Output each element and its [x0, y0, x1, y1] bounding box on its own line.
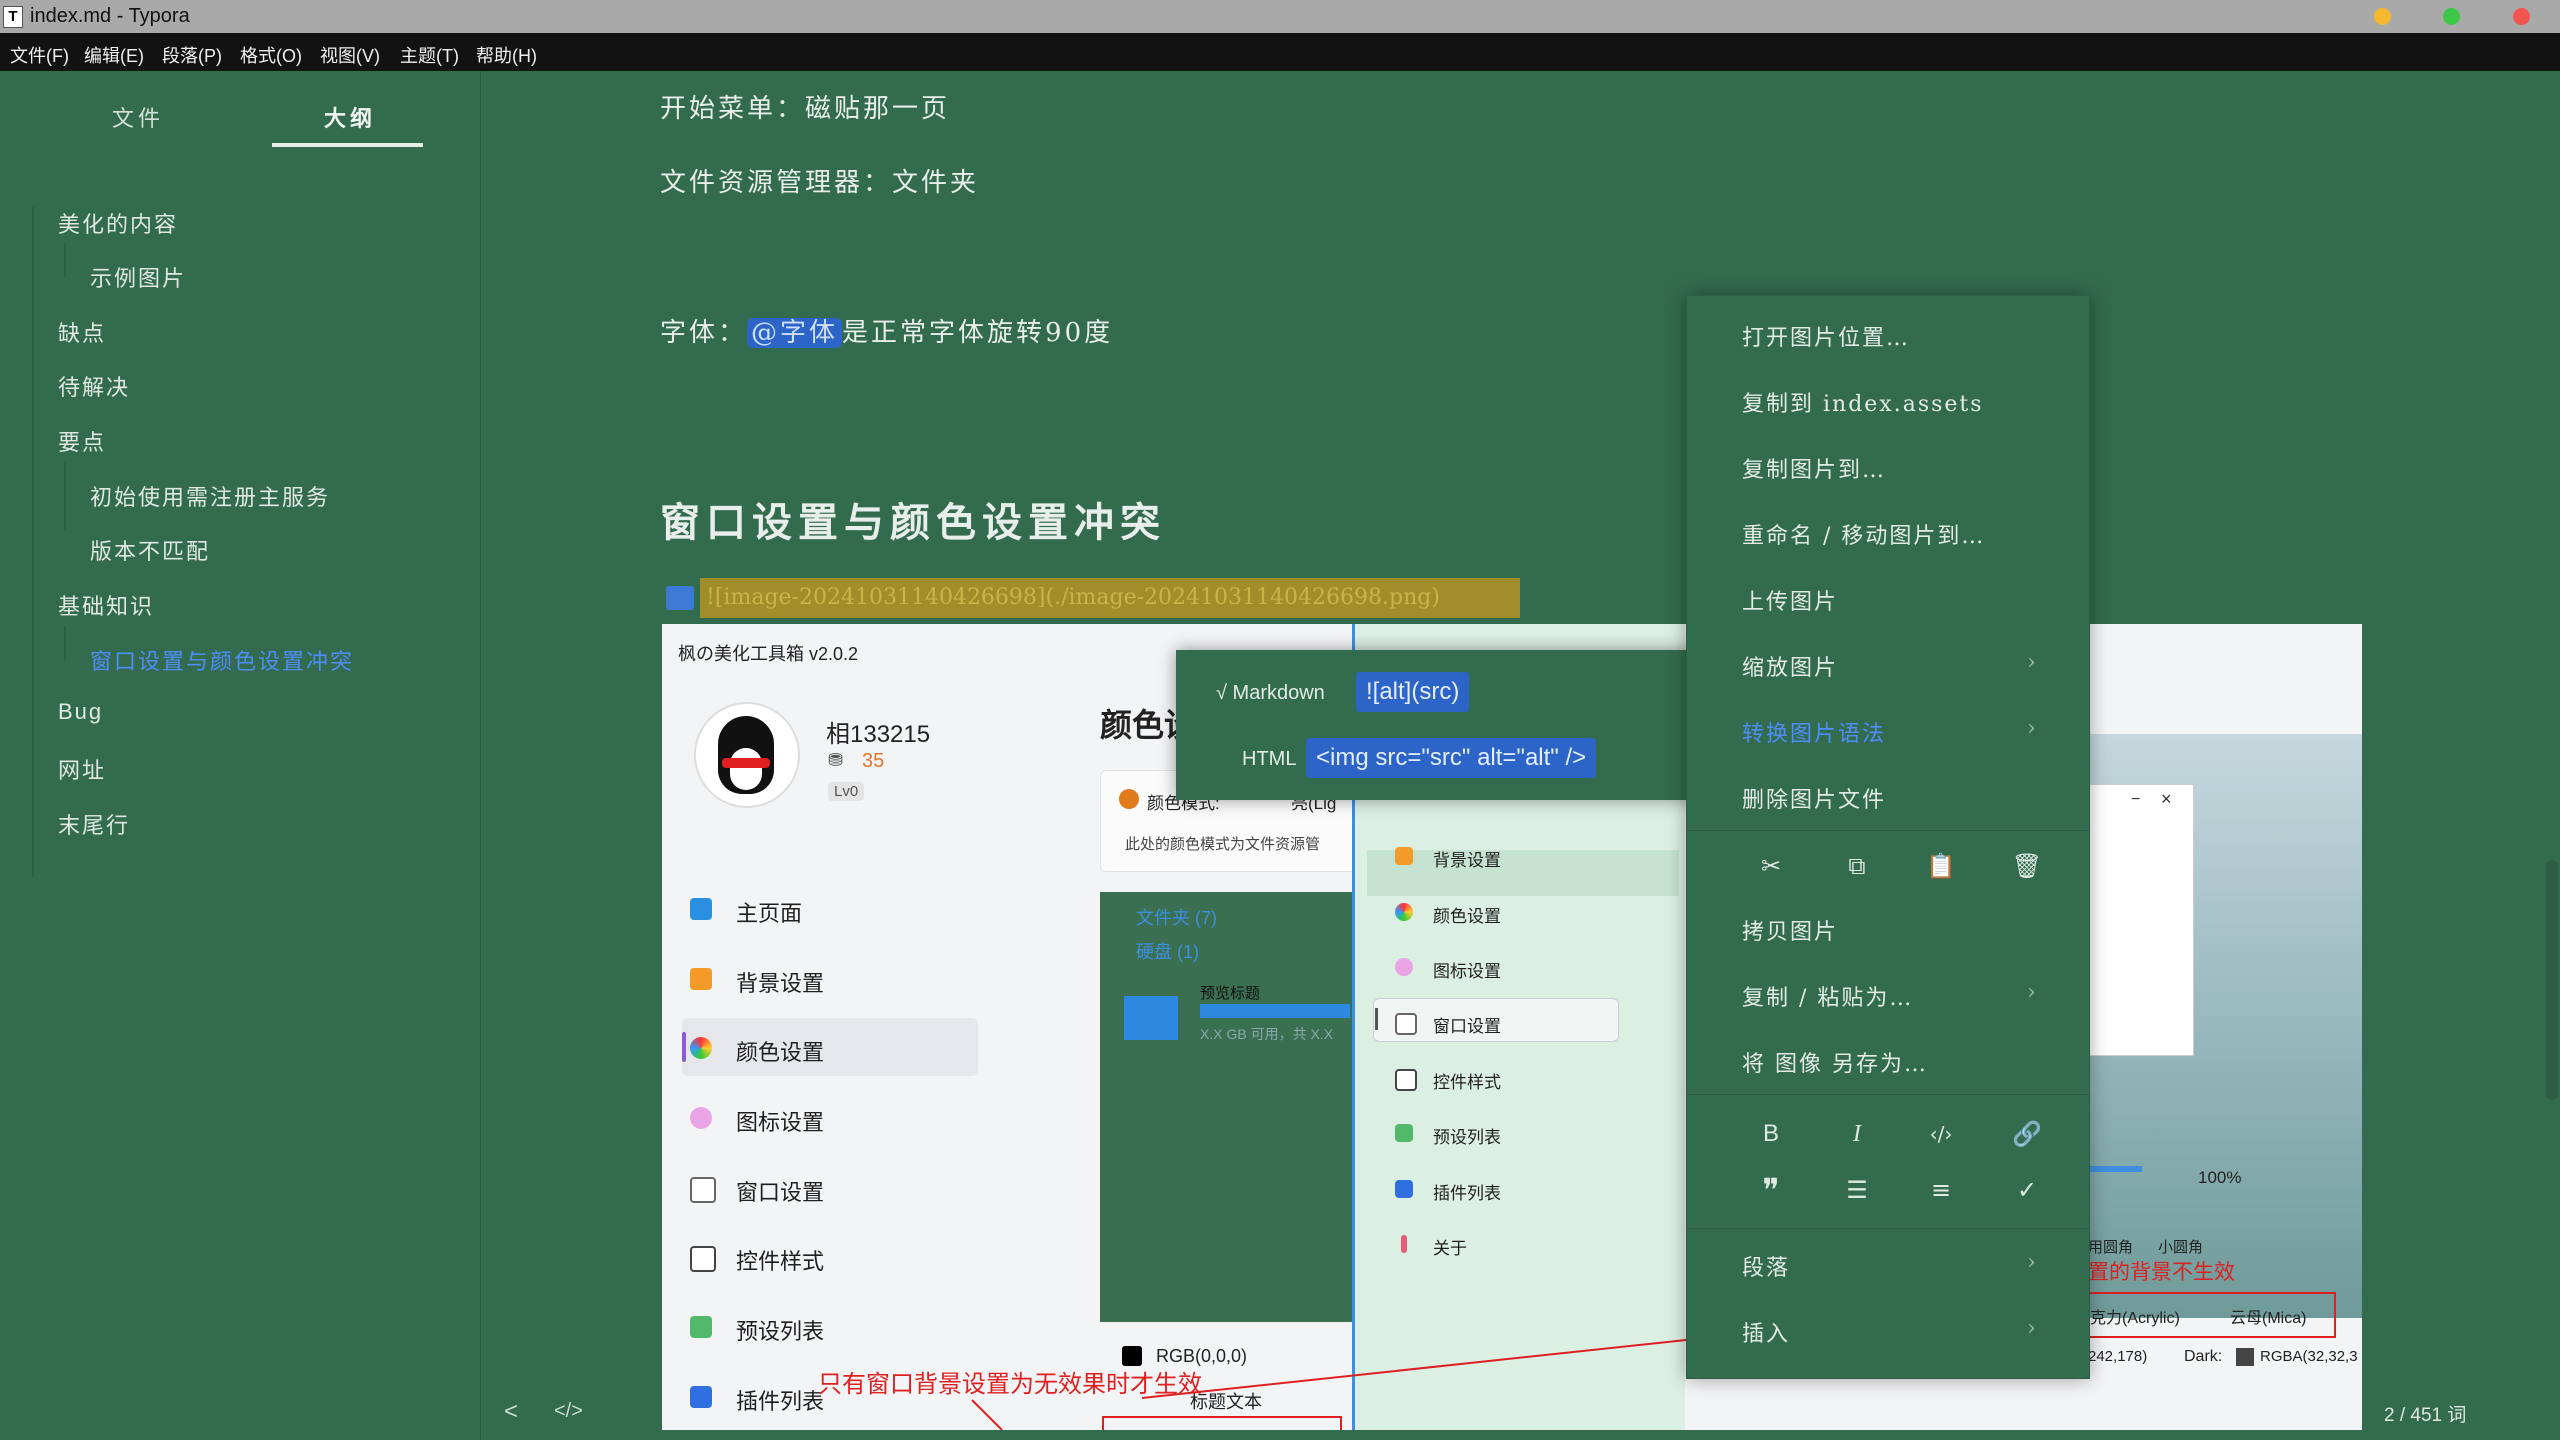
code-icon[interactable]: ‹/› [1923, 1116, 1959, 1152]
tab-files[interactable]: 文件 [112, 101, 164, 133]
image-context-menu: 打开图片位置… 复制到 index.assets 复制图片到… 重命名 / 移动… [1686, 295, 2090, 1379]
menu-paragraph[interactable]: 段落 [1742, 1250, 1790, 1282]
markdown-option-label[interactable]: √ Markdown [1216, 682, 1325, 705]
menu-copy-to-assets[interactable]: 复制到 index.assets [1742, 386, 1984, 418]
menu-zoom-image[interactable]: 缩放图片 [1742, 650, 1838, 682]
menu-upload-image[interactable]: 上传图片 [1742, 584, 1838, 616]
convert-syntax-submenu: √ Markdown ![alt](src) HTML <img src="sr… [1176, 650, 1708, 800]
outline-item[interactable]: 网址 [58, 753, 106, 785]
paragraph-prefix: 字体： [660, 318, 748, 348]
markdown-syntax[interactable]: ![alt](src) [1356, 672, 1470, 712]
menu-delete-image-file[interactable]: 删除图片文件 [1742, 782, 1886, 814]
outline-guide [64, 461, 66, 531]
outline-item[interactable]: 初始使用需注册主服务 [90, 480, 330, 512]
italic-icon[interactable]: I [1839, 1116, 1875, 1152]
html-option-label[interactable]: HTML [1242, 748, 1296, 771]
menu-paragraph[interactable]: 段落(P) [162, 42, 222, 68]
active-tab-indicator [272, 143, 423, 147]
menu-separator [1687, 1228, 2089, 1229]
image-icon [666, 586, 694, 610]
menu-help[interactable]: 帮助(H) [476, 42, 537, 68]
cut-icon[interactable]: ✂ [1753, 848, 1789, 884]
outline-item-active[interactable]: 窗口设置与颜色设置冲突 [90, 644, 354, 676]
copy-icon[interactable]: ⧉ [1839, 848, 1875, 884]
delete-icon[interactable]: 🗑 [2009, 848, 2045, 884]
menu-theme[interactable]: 主题(T) [400, 42, 459, 68]
menu-open-image-location[interactable]: 打开图片位置… [1742, 320, 1910, 352]
menu-separator [1687, 830, 2089, 831]
chevron-right-icon: › [2027, 1316, 2036, 1341]
outline-item[interactable]: Bug [58, 699, 103, 725]
minimize-button[interactable] [2374, 8, 2391, 25]
menu-edit[interactable]: 编辑(E) [84, 42, 144, 68]
outline-item[interactable]: 待解决 [58, 370, 130, 402]
outline-item[interactable]: 基础知识 [58, 589, 154, 621]
scrollbar-thumb[interactable] [2546, 860, 2558, 1100]
chevron-right-icon: › [2027, 650, 2036, 675]
menu-copy-image[interactable]: 拷贝图片 [1742, 914, 1838, 946]
outline-item[interactable]: 美化的内容 [58, 207, 178, 239]
menu-insert[interactable]: 插入 [1742, 1316, 1790, 1348]
paragraph[interactable]: 文件资源管理器：文件夹 [660, 162, 979, 199]
outline-item[interactable]: 要点 [58, 425, 106, 457]
image-source-text[interactable]: ![image-20241031140426698](./image-20241… [700, 578, 1520, 618]
typora-app-icon: T [3, 6, 23, 28]
chevron-right-icon: › [2027, 980, 2036, 1005]
paragraph[interactable]: 开始菜单：磁贴那一页 [660, 88, 950, 125]
menu-bar: 文件(F) 编辑(E) 段落(P) 格式(O) 视图(V) 主题(T) 帮助(H… [0, 33, 2560, 71]
source-code-toggle[interactable]: </> [554, 1400, 583, 1423]
html-syntax[interactable]: <img src="src" alt="alt" /> [1306, 738, 1597, 778]
outline-item[interactable]: 版本不匹配 [90, 534, 210, 566]
paste-icon[interactable]: 📋 [1923, 848, 1959, 884]
outline-guide [64, 243, 66, 277]
maximize-button[interactable] [2443, 8, 2460, 25]
outline-item[interactable]: 示例图片 [90, 261, 186, 293]
menu-separator [1687, 1094, 2089, 1095]
chevron-right-icon: › [2027, 716, 2036, 741]
ordered-list-icon[interactable]: ☰ [1839, 1172, 1875, 1208]
title-bar: T index.md - Typora [0, 0, 2560, 33]
bold-icon[interactable]: B [1753, 1116, 1789, 1152]
menu-copy-paste-as[interactable]: 复制 / 粘贴为… [1742, 980, 1913, 1012]
outline-guide [64, 626, 66, 660]
paragraph-suffix: 是正常字体旋转90度 [842, 318, 1114, 348]
outline-item[interactable]: 末尾行 [58, 808, 130, 840]
menu-file[interactable]: 文件(F) [10, 42, 69, 68]
tab-outline[interactable]: 大纲 [324, 101, 376, 133]
menu-save-image-as[interactable]: 将 图像 另存为… [1742, 1046, 1928, 1078]
menu-format[interactable]: 格式(O) [240, 42, 302, 68]
quote-icon[interactable]: ❞ [1753, 1172, 1789, 1208]
menu-view[interactable]: 视图(V) [320, 42, 380, 68]
link-icon[interactable]: 🔗 [2009, 1116, 2045, 1152]
back-button[interactable]: < [504, 1398, 518, 1426]
chevron-right-icon: › [2027, 1250, 2036, 1275]
outline-item[interactable]: 缺点 [58, 316, 106, 348]
menu-convert-syntax[interactable]: 转换图片语法 [1742, 716, 1886, 748]
paragraph[interactable]: 字体： @字体 是正常字体旋转90度 [660, 312, 1113, 349]
section-heading[interactable]: 窗口设置与颜色设置冲突 [660, 490, 1166, 548]
unordered-list-icon[interactable]: ≡ [1923, 1172, 1959, 1208]
menu-copy-image-to[interactable]: 复制图片到… [1742, 452, 1886, 484]
word-count[interactable]: 2 / 451 词 [2384, 1400, 2466, 1427]
sidebar: 文件 大纲 美化的内容 示例图片 缺点 待解决 要点 初始使用需注册主服务 版本… [0, 71, 481, 1440]
task-list-icon[interactable]: ✓ [2009, 1172, 2045, 1208]
outline-guide [32, 207, 34, 877]
inline-tag[interactable]: @字体 [747, 318, 843, 348]
menu-rename-move-image[interactable]: 重命名 / 移动图片到… [1742, 518, 1985, 550]
close-button[interactable] [2513, 8, 2530, 25]
window-title: index.md - Typora [30, 5, 190, 27]
